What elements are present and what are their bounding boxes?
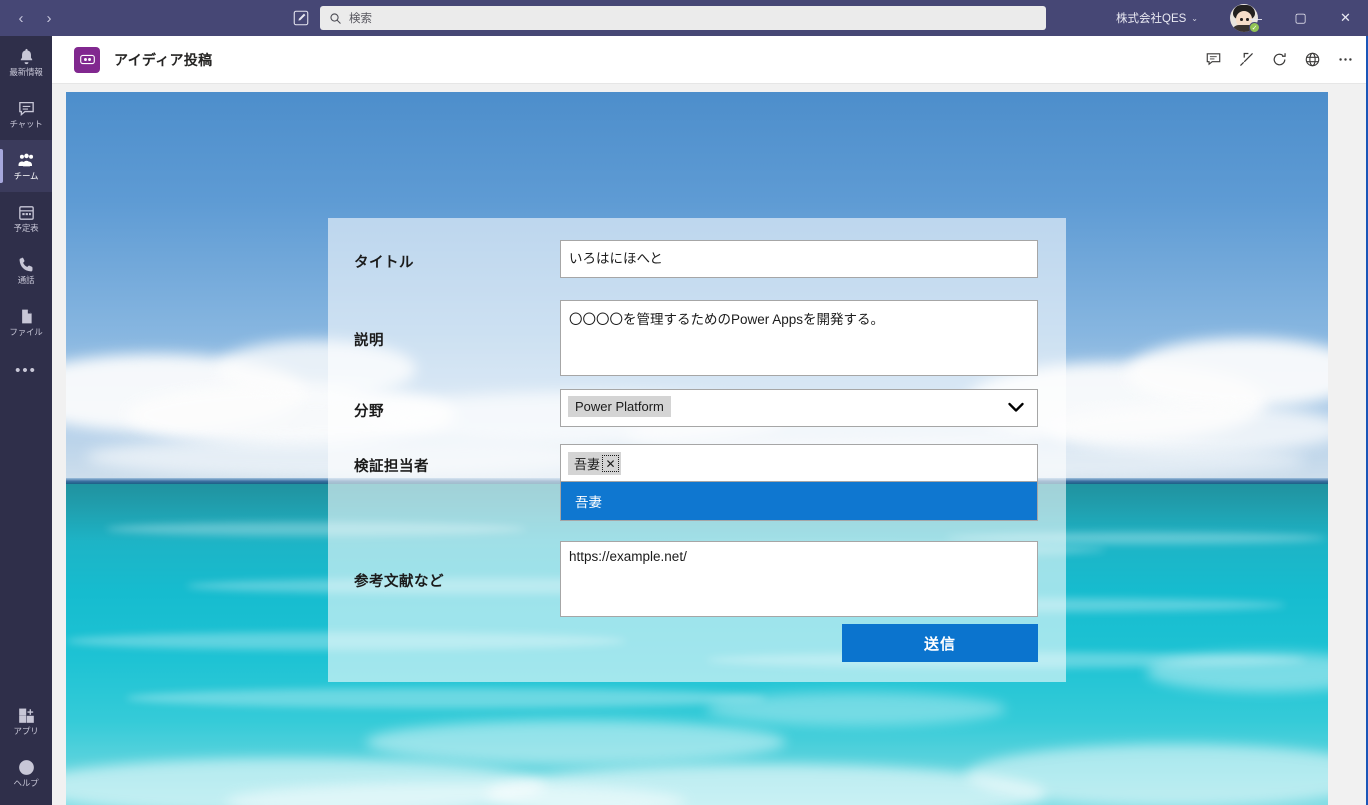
calendar-icon <box>17 203 36 222</box>
sidebar-item-calls[interactable]: 通話 <box>0 244 52 296</box>
search-placeholder: 検索 <box>349 13 372 25</box>
form-row-description: 説明 〇〇〇〇を管理するためのPower Appsを開発する。 <box>328 300 1066 376</box>
app-header: アイディア投稿 <box>52 36 1366 84</box>
help-icon <box>17 758 36 777</box>
history-nav: ‹ › <box>14 11 56 26</box>
power-apps-icon <box>74 46 100 73</box>
sidebar-item-files[interactable]: ファイル <box>0 296 52 348</box>
close-icon[interactable]: ✕ <box>602 455 620 472</box>
sidebar-bottom-group: アプリ ヘルプ <box>0 695 52 799</box>
maximize-button[interactable]: ▢ <box>1278 0 1323 36</box>
app-canvas: タイトル いろはにほへと 説明 〇〇〇〇を管理するためのPower Appsを開… <box>66 92 1328 805</box>
references-label: 参考文献など <box>354 574 444 590</box>
idea-submission-form: タイトル いろはにほへと 説明 〇〇〇〇を管理するためのPower Appsを開… <box>328 218 1066 682</box>
foam <box>366 720 786 764</box>
chevron-down-icon: ⌄ <box>1191 13 1198 23</box>
apps-icon <box>17 706 36 725</box>
sidebar-item-activity[interactable]: 最新情報 <box>0 36 52 88</box>
teams-window: ‹ › 検索 株式会社QES ⌄ ✓ — ▢ ✕ 最新情報 チャット チーム 予… <box>0 0 1368 805</box>
references-input[interactable]: https://example.net/ <box>560 541 1038 617</box>
search-input[interactable]: 検索 <box>320 6 1046 30</box>
sidebar-more-button[interactable]: ••• <box>0 348 52 392</box>
app-header-actions <box>1205 51 1354 68</box>
sidebar-item-help[interactable]: ヘルプ <box>0 747 52 799</box>
foam <box>706 692 1006 726</box>
tenant-switcher[interactable]: 株式会社QES ⌄ <box>1116 0 1198 36</box>
description-input[interactable]: 〇〇〇〇を管理するためのPower Appsを開発する。 <box>560 300 1038 376</box>
sidebar-item-label: アプリ <box>13 726 39 737</box>
compose-icon[interactable] <box>292 9 310 27</box>
form-row-title: タイトル いろはにほへと <box>328 240 1066 280</box>
website-icon[interactable] <box>1304 51 1321 68</box>
sidebar-item-calendar[interactable]: 予定表 <box>0 192 52 244</box>
form-row-reviewer: 検証担当者 吾妻 ✕ 吾妻 <box>328 444 1066 521</box>
submit-button[interactable]: 送信 <box>842 624 1038 662</box>
sidebar-item-label: 通話 <box>17 275 35 286</box>
sidebar-item-label: チャット <box>9 119 43 130</box>
refresh-icon[interactable] <box>1271 51 1288 68</box>
foam <box>966 744 1328 805</box>
category-dropdown[interactable]: Power Platform <box>560 389 1038 427</box>
sidebar-item-label: チーム <box>13 171 39 182</box>
conversation-icon[interactable] <box>1205 51 1222 68</box>
title-bar: ‹ › 検索 株式会社QES ⌄ ✓ — ▢ ✕ <box>0 0 1368 36</box>
app-canvas-area: タイトル いろはにほへと 説明 〇〇〇〇を管理するためのPower Appsを開… <box>52 84 1366 805</box>
chevron-down-icon <box>1007 400 1025 417</box>
sidebar-item-apps[interactable]: アプリ <box>0 695 52 747</box>
wave <box>126 688 766 708</box>
sidebar-item-chat[interactable]: チャット <box>0 88 52 140</box>
page-title: アイディア投稿 <box>114 51 213 68</box>
reviewer-chip-label: 吾妻 <box>574 457 601 472</box>
minimize-button[interactable]: — <box>1233 0 1278 36</box>
reviewer-combobox[interactable]: 吾妻 ✕ <box>560 444 1038 482</box>
forward-button[interactable]: › <box>42 11 56 26</box>
category-label: 分野 <box>354 404 384 420</box>
collapse-icon[interactable] <box>1238 51 1255 68</box>
title-label: タイトル <box>354 255 414 271</box>
back-button[interactable]: ‹ <box>14 11 28 26</box>
sidebar-item-label: 最新情報 <box>9 67 43 78</box>
sidebar-item-label: 予定表 <box>13 223 39 234</box>
bell-icon <box>17 47 36 66</box>
files-icon <box>17 307 36 326</box>
close-button[interactable]: ✕ <box>1323 0 1368 36</box>
teams-icon <box>17 151 36 170</box>
chat-icon <box>17 99 36 118</box>
category-selected-chip: Power Platform <box>568 396 671 417</box>
reviewer-dropdown-option[interactable]: 吾妻 <box>561 482 1037 520</box>
form-row-references: 参考文献など https://example.net/ <box>328 541 1066 617</box>
sidebar-item-label: ヘルプ <box>13 778 39 789</box>
reviewer-chip: 吾妻 ✕ <box>568 452 622 475</box>
sidebar-item-label: ファイル <box>9 327 43 338</box>
title-input[interactable]: いろはにほへと <box>560 240 1038 278</box>
phone-icon <box>17 255 36 274</box>
form-row-category: 分野 Power Platform <box>328 389 1066 429</box>
search-icon <box>329 12 342 25</box>
description-label: 説明 <box>354 333 384 349</box>
more-options-icon[interactable] <box>1337 51 1354 68</box>
reviewer-dropdown-list: 吾妻 <box>560 482 1038 521</box>
app-rail: 最新情報 チャット チーム 予定表 通話 ファイル ••• アプリ ヘルプ <box>0 36 52 805</box>
tenant-name: 株式会社QES <box>1116 13 1187 25</box>
sidebar-item-teams[interactable]: チーム <box>0 140 52 192</box>
reviewer-label: 検証担当者 <box>354 459 429 475</box>
